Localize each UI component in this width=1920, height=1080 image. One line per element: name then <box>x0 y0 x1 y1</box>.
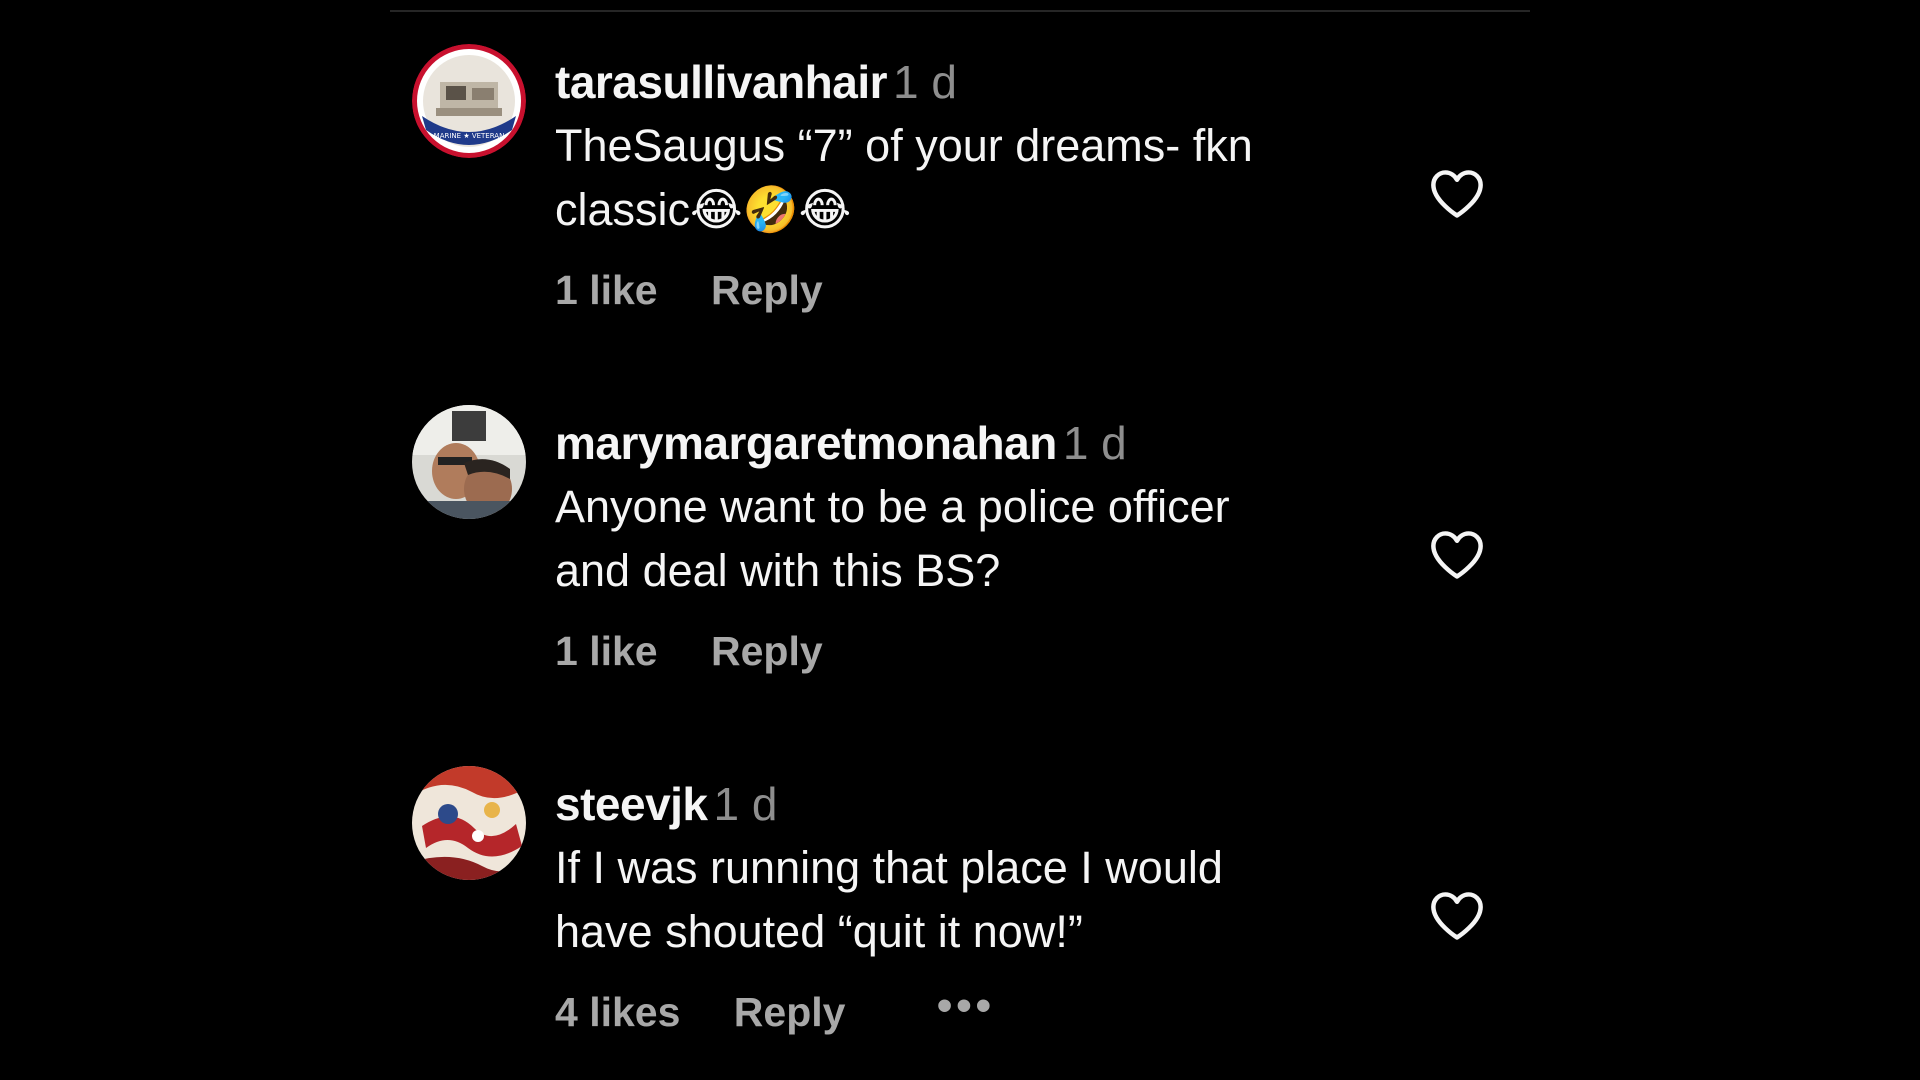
likes-count[interactable]: 4 likes <box>555 989 680 1036</box>
reply-button[interactable]: Reply <box>711 628 823 675</box>
heart-outline-icon[interactable] <box>1428 167 1486 219</box>
comment-body: tarasullivanhair 1 d TheSaugus “7” of you… <box>555 52 1385 242</box>
comment-text: Anyone want to be a police officer and d… <box>555 475 1385 603</box>
avatar-image: MARINE ★ VETERAN <box>412 44 526 158</box>
comment-header: tarasullivanhair 1 d <box>555 52 1385 112</box>
comment-header: steevjk 1 d <box>555 774 1385 834</box>
username[interactable]: steevjk <box>555 778 708 830</box>
timestamp[interactable]: 1 d <box>893 56 957 108</box>
comment-body: marymargaretmonahan 1 d Anyone want to be… <box>555 413 1385 603</box>
avatar[interactable] <box>412 405 526 519</box>
emoji-group: 😂🤣😂 <box>690 183 852 236</box>
reply-button[interactable]: Reply <box>734 989 846 1036</box>
heart-outline-icon[interactable] <box>1428 889 1486 941</box>
comment-body: steevjk 1 d If I was running that place I… <box>555 774 1385 964</box>
comment-text-line: Anyone want to be a police officer <box>555 481 1230 532</box>
timestamp[interactable]: 1 d <box>714 778 778 830</box>
comment-text-line: classic <box>555 184 691 235</box>
heart-outline-icon[interactable] <box>1428 528 1486 580</box>
comment-text-line: have shouted “quit it now!” <box>555 906 1083 957</box>
username[interactable]: marymargaretmonahan <box>555 417 1057 469</box>
comment-header: marymargaretmonahan 1 d <box>555 413 1385 473</box>
comment-item: MARINE ★ VETERAN tarasullivanhair 1 d The… <box>412 44 1502 354</box>
comment-actions: 1 like Reply <box>555 625 823 675</box>
avatar-image <box>412 405 526 519</box>
username[interactable]: tarasullivanhair <box>555 56 888 108</box>
comment-text: If I was running that place I would have… <box>555 836 1385 964</box>
comment-text-line: If I was running that place I would <box>555 842 1223 893</box>
comment-text: TheSaugus “7” of your dreams- fkn classi… <box>555 114 1385 242</box>
reply-button[interactable]: Reply <box>711 267 823 314</box>
likes-count[interactable]: 1 like <box>555 628 658 675</box>
comment-item: marymargaretmonahan 1 d Anyone want to be… <box>412 405 1502 715</box>
comments-list: MARINE ★ VETERAN tarasullivanhair 1 d The… <box>0 0 1920 1080</box>
avatar[interactable]: MARINE ★ VETERAN <box>412 44 526 158</box>
avatar[interactable] <box>412 766 526 880</box>
comment-item: steevjk 1 d If I was running that place I… <box>412 766 1502 1076</box>
timestamp[interactable]: 1 d <box>1063 417 1127 469</box>
avatar-label: MARINE ★ VETERAN <box>434 132 505 140</box>
comment-text-line: and deal with this BS? <box>555 545 1001 596</box>
likes-count[interactable]: 1 like <box>555 267 658 314</box>
more-horizontal-icon[interactable]: ••• <box>937 981 995 1031</box>
comment-actions: 4 likes Reply ••• <box>555 981 995 1037</box>
comment-text-line: TheSaugus “7” of your dreams- fkn <box>555 120 1253 171</box>
comment-actions: 1 like Reply <box>555 264 823 314</box>
avatar-image <box>412 766 526 880</box>
